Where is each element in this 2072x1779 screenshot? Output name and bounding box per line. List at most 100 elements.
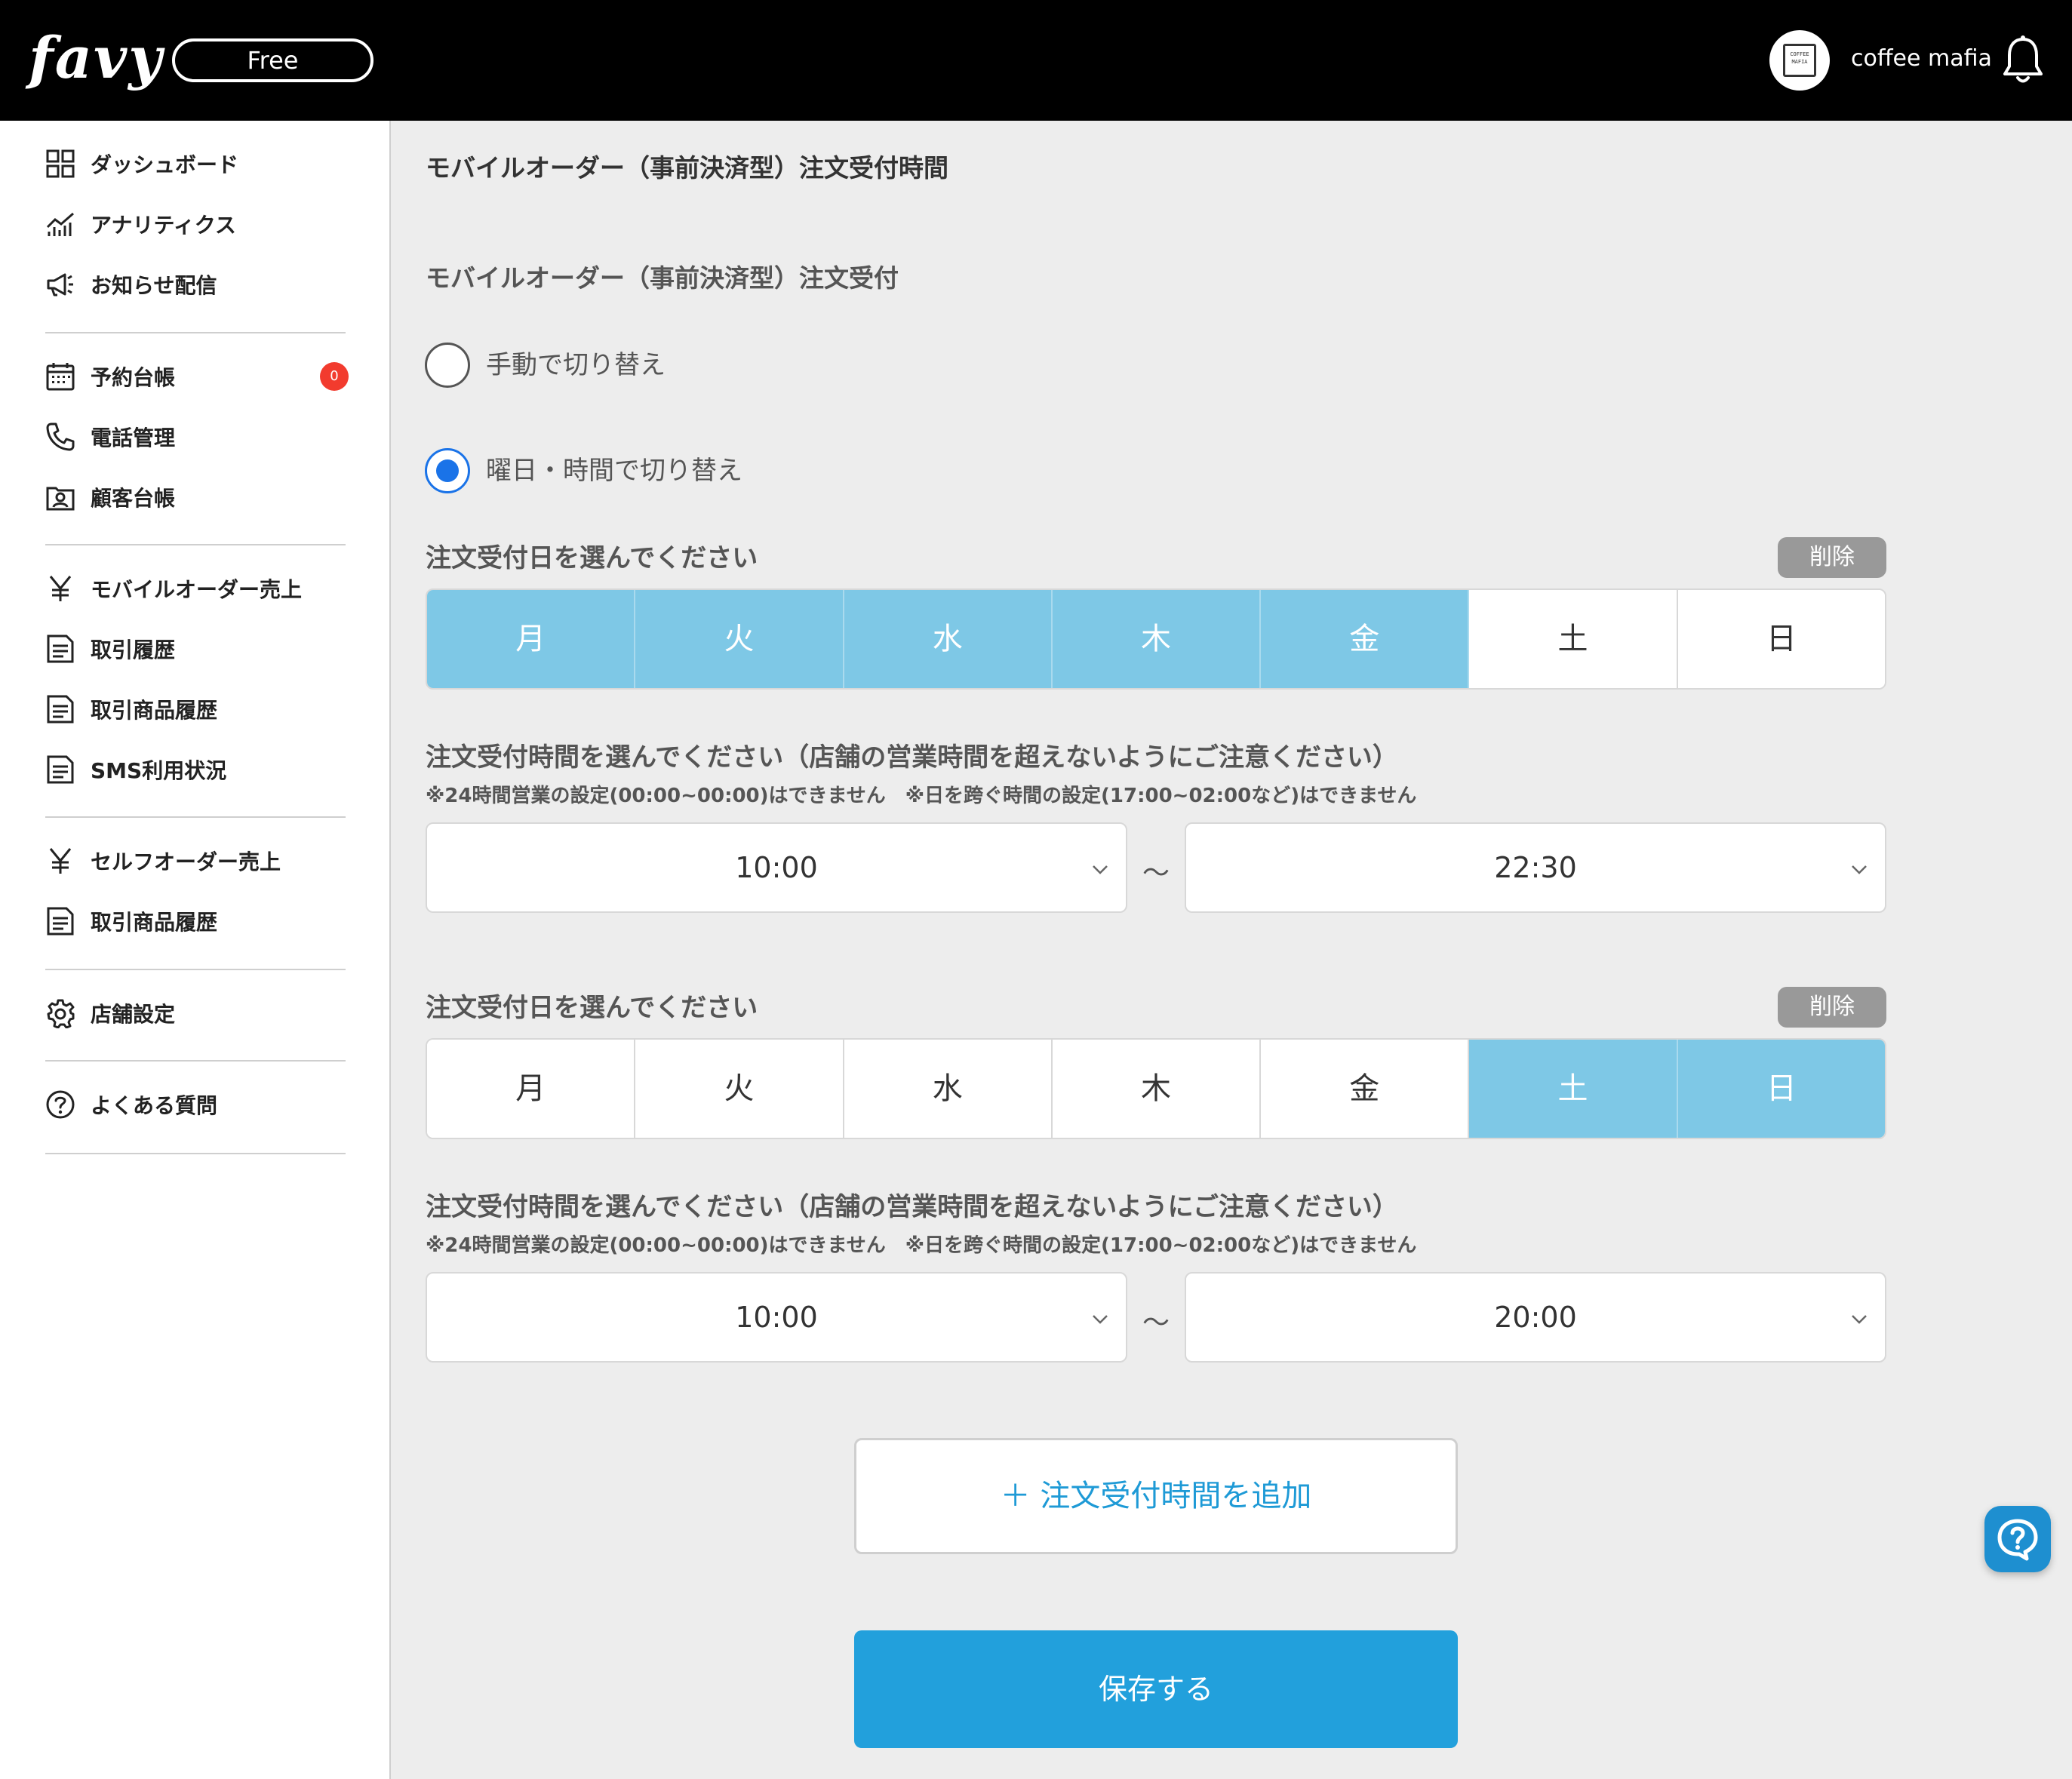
sidebar-item-self-order-items[interactable]: 取引商品履歴 <box>45 902 347 940</box>
sidebar-divider <box>45 816 346 818</box>
start-time-select[interactable]: 10:00 <box>426 822 1127 913</box>
document-icon <box>47 695 74 724</box>
time-separator: 〜 <box>1142 858 1170 889</box>
end-time-select[interactable]: 22:30 <box>1185 822 1886 913</box>
day-button-thu[interactable]: 木 <box>1052 1040 1262 1138</box>
top-header: favy Free COFFEE MAFIA coffee mafia <box>0 0 2072 121</box>
day-button-sat[interactable]: 土 <box>1469 1040 1678 1138</box>
reservation-count-badge: 0 <box>320 362 349 391</box>
help-bubble-icon <box>1997 1519 2038 1561</box>
time-select-note: ※24時間営業の設定(00:00~00:00)はできません ※日を跨ぐ時間の設定… <box>426 785 1417 807</box>
sidebar-item-label: セルフオーダー売上 <box>91 850 281 874</box>
calendar-icon <box>46 363 75 391</box>
end-time-value: 20:00 <box>1494 1301 1577 1334</box>
avatar-logo: COFFEE MAFIA <box>1783 44 1816 77</box>
day-button-wed[interactable]: 水 <box>844 590 1053 688</box>
document-icon <box>47 634 74 663</box>
day-button-thu[interactable]: 木 <box>1052 590 1262 688</box>
shop-name[interactable]: coffee mafia <box>1851 44 1992 74</box>
sidebar-item-label: お知らせ配信 <box>91 273 217 298</box>
chevron-down-icon <box>1852 865 1867 874</box>
section-title: モバイルオーダー（事前決済型）注文受付 <box>426 263 899 293</box>
question-icon <box>46 1090 75 1119</box>
day-selector: 月 火 水 木 金 土 日 <box>426 588 1886 690</box>
chevron-down-icon <box>1093 1315 1108 1324</box>
day-button-wed[interactable]: 水 <box>844 1040 1053 1138</box>
sidebar-item-label: SMS利用状況 <box>91 758 227 783</box>
yen-icon <box>49 576 72 601</box>
sidebar-item-analytics[interactable]: アナリティクス <box>45 205 347 243</box>
sidebar-item-notices[interactable]: お知らせ配信 <box>45 266 347 303</box>
sidebar-divider <box>45 544 346 545</box>
bell-icon[interactable] <box>2001 35 2045 86</box>
sidebar-divider <box>45 332 346 333</box>
delete-button[interactable]: 削除 <box>1778 987 1886 1028</box>
shop-avatar[interactable]: COFFEE MAFIA <box>1769 30 1830 91</box>
time-select-label: 注文受付時間を選んでください（店舗の営業時間を超えないようにご注意ください） <box>426 742 1398 773</box>
plan-badge: Free <box>172 38 374 82</box>
sidebar-item-label: モバイルオーダー売上 <box>91 577 303 602</box>
sidebar-item-sms-usage[interactable]: SMS利用状況 <box>45 751 347 788</box>
start-time-select[interactable]: 10:00 <box>426 1272 1127 1363</box>
sidebar-item-faq[interactable]: よくある質問 <box>45 1086 347 1123</box>
sidebar-item-self-order-sales[interactable]: セルフオーダー売上 <box>45 842 347 880</box>
sidebar-item-customers[interactable]: 顧客台帳 <box>45 478 347 516</box>
sidebar-item-label: ダッシュボード <box>91 152 239 177</box>
sidebar-item-label: 予約台帳 <box>91 365 176 390</box>
sidebar-item-store-settings[interactable]: 店舗設定 <box>45 994 347 1032</box>
day-button-fri[interactable]: 金 <box>1261 590 1470 688</box>
sidebar-item-label: 顧客台帳 <box>91 486 176 511</box>
time-select-label: 注文受付時間を選んでください（店舗の営業時間を超えないようにご注意ください） <box>426 1192 1398 1222</box>
radio-manual-label[interactable]: 手動で切り替え <box>486 343 666 388</box>
day-select-label: 注文受付日を選んでください <box>426 993 758 1023</box>
radio-schedule[interactable] <box>425 448 470 493</box>
day-button-sun[interactable]: 日 <box>1677 590 1885 688</box>
day-button-mon[interactable]: 月 <box>427 590 636 688</box>
gear-icon <box>47 999 75 1028</box>
sidebar-item-label: 店舗設定 <box>91 1002 176 1027</box>
sidebar-item-phone[interactable]: 電話管理 <box>45 418 347 456</box>
delete-button[interactable]: 削除 <box>1778 537 1886 578</box>
grid-icon <box>46 149 75 178</box>
sidebar-item-label: 電話管理 <box>91 426 176 450</box>
day-button-fri[interactable]: 金 <box>1261 1040 1470 1138</box>
end-time-value: 22:30 <box>1494 851 1577 884</box>
contact-card-icon <box>46 487 75 511</box>
start-time-value: 10:00 <box>735 1301 818 1334</box>
sidebar-divider <box>45 969 346 970</box>
sidebar-item-dashboard[interactable]: ダッシュボード <box>45 145 347 183</box>
day-select-label: 注文受付日を選んでください <box>426 543 758 573</box>
yen-icon <box>49 848 72 874</box>
megaphone-icon <box>47 273 73 296</box>
sidebar-item-reservations[interactable]: 予約台帳 0 <box>45 358 349 395</box>
add-time-slot-button[interactable]: ＋ 注文受付時間を追加 <box>854 1438 1458 1554</box>
sidebar-item-label: 取引履歴 <box>91 638 176 662</box>
day-button-tue[interactable]: 火 <box>635 590 844 688</box>
favy-logo[interactable]: favy <box>29 24 163 92</box>
sidebar-item-transactions[interactable]: 取引履歴 <box>45 630 347 668</box>
sidebar-divider <box>45 1153 346 1154</box>
sidebar-item-label: よくある質問 <box>91 1093 218 1118</box>
day-button-sat[interactable]: 土 <box>1469 590 1678 688</box>
start-time-value: 10:00 <box>735 851 818 884</box>
day-button-mon[interactable]: 月 <box>427 1040 636 1138</box>
day-button-tue[interactable]: 火 <box>635 1040 844 1138</box>
chart-icon <box>46 212 74 236</box>
sidebar-item-label: アナリティクス <box>91 213 236 238</box>
sidebar-item-transaction-items[interactable]: 取引商品履歴 <box>45 690 347 728</box>
time-select-note: ※24時間営業の設定(00:00~00:00)はできません ※日を跨ぐ時間の設定… <box>426 1234 1417 1257</box>
page-title: モバイルオーダー（事前決済型）注文受付時間 <box>426 153 948 183</box>
help-chat-button[interactable] <box>1984 1506 2051 1572</box>
sidebar-divider <box>45 1060 346 1062</box>
chevron-down-icon <box>1093 865 1108 874</box>
time-separator: 〜 <box>1142 1307 1170 1338</box>
phone-icon <box>46 422 75 451</box>
sidebar-item-label: 取引商品履歴 <box>91 698 218 723</box>
radio-manual[interactable] <box>425 343 470 388</box>
radio-schedule-label[interactable]: 曜日・時間で切り替え <box>486 448 742 493</box>
end-time-select[interactable]: 20:00 <box>1185 1272 1886 1363</box>
sidebar-item-mobile-order-sales[interactable]: モバイルオーダー売上 <box>45 570 347 607</box>
sidebar: ダッシュボード アナリティクス お知らせ配信 予約台帳 0 電話管理 顧客台帳 … <box>0 121 391 1779</box>
day-button-sun[interactable]: 日 <box>1677 1040 1885 1138</box>
save-button[interactable]: 保存する <box>854 1630 1458 1748</box>
